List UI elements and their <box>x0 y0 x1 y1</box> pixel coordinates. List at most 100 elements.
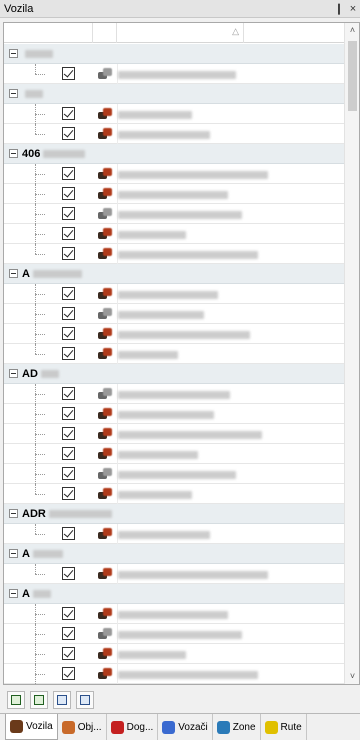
vehicle-row[interactable] <box>4 604 345 624</box>
collapse-toggle-icon[interactable] <box>9 49 18 58</box>
collapse-toggle-icon[interactable] <box>9 269 18 278</box>
grid-header: △ <box>4 23 345 43</box>
vehicle-name <box>118 530 210 542</box>
vehicle-icon <box>98 188 112 200</box>
vehicle-checkbox[interactable] <box>62 407 75 420</box>
vehicle-checkbox[interactable] <box>62 647 75 660</box>
collapse-toggle-icon[interactable] <box>9 549 18 558</box>
vertical-scrollbar[interactable]: ˄ ˅ <box>344 23 359 684</box>
collapse-toggle-icon[interactable] <box>9 589 18 598</box>
vehicle-checkbox[interactable] <box>62 327 75 340</box>
tab-route[interactable]: Rute <box>261 714 307 740</box>
vehicle-row[interactable] <box>4 284 345 304</box>
vehicle-checkbox[interactable] <box>62 347 75 360</box>
vehicle-row[interactable] <box>4 64 345 84</box>
group-label: A <box>22 547 30 560</box>
group-row[interactable]: A <box>4 584 345 604</box>
tree-line <box>35 434 45 435</box>
vehicle-row[interactable] <box>4 164 345 184</box>
vehicle-checkbox[interactable] <box>62 607 75 620</box>
vehicle-checkbox[interactable] <box>62 207 75 220</box>
tab-zone[interactable]: Zone <box>213 714 261 740</box>
vehicle-checkbox[interactable] <box>62 627 75 640</box>
tree-line <box>35 244 36 254</box>
vehicle-checkbox[interactable] <box>62 567 75 580</box>
vehicle-row[interactable] <box>4 304 345 324</box>
vehicle-row[interactable] <box>4 384 345 404</box>
tree-line <box>35 294 45 295</box>
vehicle-checkbox[interactable] <box>62 467 75 480</box>
vehicle-row[interactable] <box>4 404 345 424</box>
group-row[interactable]: AD <box>4 364 345 384</box>
vehicle-checkbox[interactable] <box>62 287 75 300</box>
vehicle-checkbox[interactable] <box>62 227 75 240</box>
vehicle-row[interactable] <box>4 224 345 244</box>
tab-events[interactable]: Dog... <box>107 714 159 740</box>
tab-car[interactable]: Vozila <box>5 714 58 740</box>
vehicle-row[interactable] <box>4 464 345 484</box>
vehicle-checkbox[interactable] <box>62 447 75 460</box>
vehicle-row[interactable] <box>4 684 345 685</box>
tree-line <box>35 314 45 315</box>
header-column-icon[interactable] <box>93 23 117 43</box>
collapse-toggle-icon[interactable] <box>9 89 18 98</box>
vehicle-checkbox[interactable] <box>62 247 75 260</box>
scroll-thumb[interactable] <box>348 41 357 111</box>
vehicle-row[interactable] <box>4 204 345 224</box>
collapse-all-button[interactable] <box>76 691 94 709</box>
vehicle-row[interactable] <box>4 184 345 204</box>
vehicle-checkbox[interactable] <box>62 487 75 500</box>
tab-objects[interactable]: Obj... <box>58 714 107 740</box>
vehicle-row[interactable] <box>4 324 345 344</box>
group-row[interactable] <box>4 84 345 104</box>
collapse-toggle-icon[interactable] <box>9 149 18 158</box>
tree-line <box>35 534 45 535</box>
group-row[interactable]: ADR <box>4 504 345 524</box>
redacted-text <box>25 89 43 98</box>
vehicle-checkbox[interactable] <box>62 307 75 320</box>
vehicle-checkbox[interactable] <box>62 427 75 440</box>
collapse-toggle-icon[interactable] <box>9 509 18 518</box>
tree-line <box>35 474 45 475</box>
expand-all-button[interactable] <box>53 691 71 709</box>
scroll-down-icon[interactable]: ˅ <box>345 669 359 684</box>
vehicle-row[interactable] <box>4 244 345 264</box>
close-icon[interactable]: × <box>346 3 360 15</box>
vehicle-row[interactable] <box>4 444 345 464</box>
header-column-tree[interactable] <box>4 23 93 43</box>
group-row[interactable]: A <box>4 544 345 564</box>
vehicle-name <box>118 70 236 82</box>
vehicle-row[interactable] <box>4 344 345 364</box>
vehicle-icon <box>98 648 112 660</box>
vehicle-row[interactable] <box>4 424 345 444</box>
uncheck-all-button[interactable] <box>30 691 48 709</box>
check-all-button[interactable] <box>7 691 25 709</box>
redacted-text <box>32 549 63 558</box>
vehicle-checkbox[interactable] <box>62 187 75 200</box>
redacted-text <box>25 49 53 58</box>
vehicle-row[interactable] <box>4 484 345 504</box>
header-column-name[interactable]: △ <box>117 23 244 43</box>
vehicle-row[interactable] <box>4 644 345 664</box>
vehicle-checkbox[interactable] <box>62 107 75 120</box>
vehicle-checkbox[interactable] <box>62 667 75 680</box>
vehicle-checkbox[interactable] <box>62 527 75 540</box>
vehicle-name <box>118 410 214 422</box>
tab-drivers[interactable]: Vozači <box>158 714 213 740</box>
pin-icon[interactable]: ❙ <box>332 2 346 15</box>
group-row[interactable] <box>4 44 345 64</box>
vehicle-row[interactable] <box>4 524 345 544</box>
vehicle-checkbox[interactable] <box>62 67 75 80</box>
scroll-up-icon[interactable]: ˄ <box>345 23 359 38</box>
vehicle-row[interactable] <box>4 564 345 584</box>
vehicle-checkbox[interactable] <box>62 167 75 180</box>
vehicle-row[interactable] <box>4 624 345 644</box>
vehicle-row[interactable] <box>4 124 345 144</box>
vehicle-checkbox[interactable] <box>62 127 75 140</box>
group-row[interactable]: A <box>4 264 345 284</box>
vehicle-row[interactable] <box>4 104 345 124</box>
vehicle-checkbox[interactable] <box>62 387 75 400</box>
vehicle-row[interactable] <box>4 664 345 684</box>
group-row[interactable]: 406 <box>4 144 345 164</box>
collapse-toggle-icon[interactable] <box>9 369 18 378</box>
